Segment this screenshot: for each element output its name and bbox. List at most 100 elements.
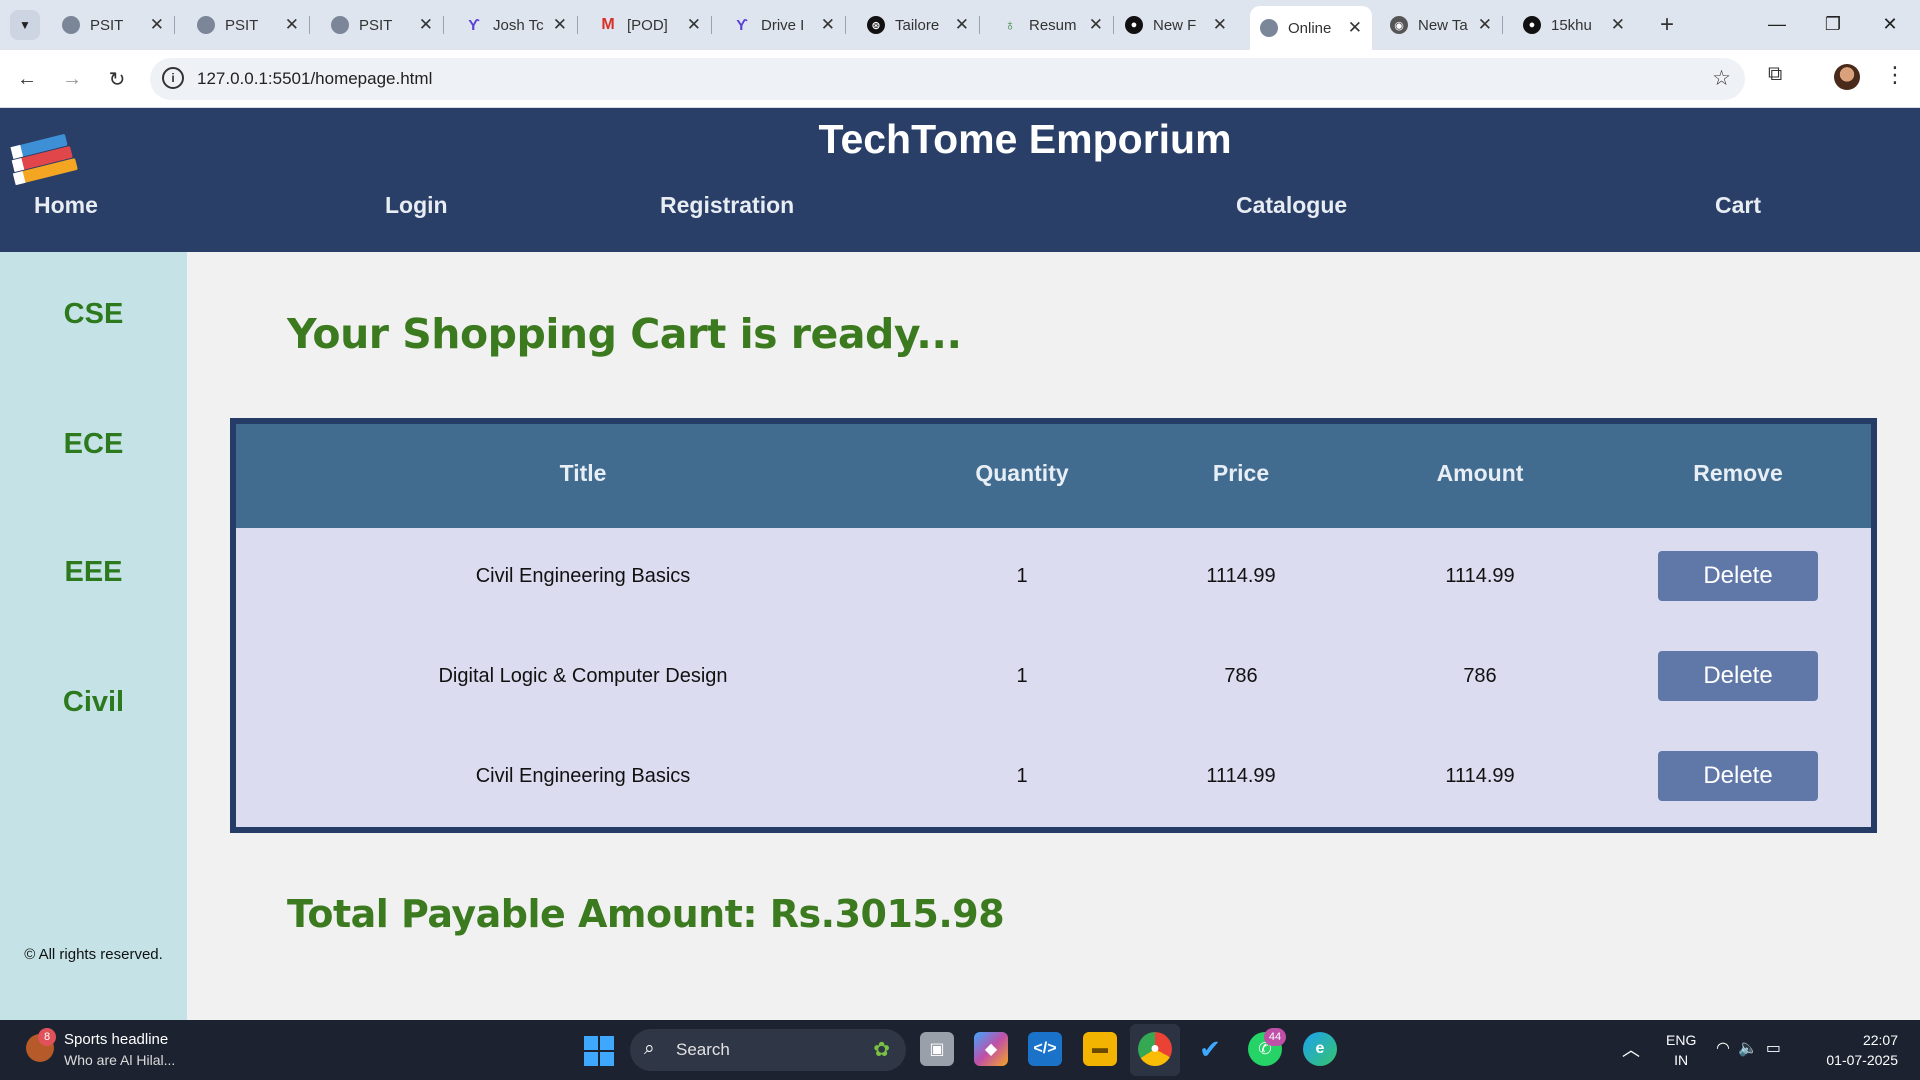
notification-badge: 8 bbox=[38, 1028, 56, 1046]
puzzle-icon[interactable]: ⧉ bbox=[1768, 63, 1782, 86]
globe-icon bbox=[197, 16, 215, 34]
cell-quantity: 1 bbox=[1016, 765, 1028, 787]
chrome-icon[interactable]: ● bbox=[1138, 1032, 1172, 1066]
wifi-icon: ◠ bbox=[1716, 1040, 1738, 1057]
minimize-icon: — bbox=[1768, 13, 1786, 34]
cell-price: 1114.99 bbox=[1206, 565, 1276, 587]
globe-icon bbox=[1260, 19, 1278, 37]
github-icon: ● bbox=[1523, 16, 1541, 34]
browser-tab[interactable]: ϒ Drive I ✕ bbox=[723, 6, 846, 44]
browser-tab[interactable]: PSIT ✕ bbox=[321, 6, 444, 44]
taskbar-search[interactable]: ⌕ Search ✿ bbox=[630, 1029, 906, 1071]
sidebar-item-cse[interactable]: CSE bbox=[0, 298, 187, 331]
close-icon[interactable]: ✕ bbox=[821, 15, 835, 35]
todo-check-icon[interactable]: ✔ bbox=[1193, 1032, 1227, 1066]
new-tab-button[interactable]: + bbox=[1652, 10, 1682, 40]
column-header-title: Title bbox=[559, 460, 607, 486]
close-icon[interactable]: ✕ bbox=[955, 15, 969, 35]
language-indicator[interactable]: ENG IN bbox=[1666, 1030, 1696, 1070]
task-view-icon[interactable]: ▣ bbox=[920, 1032, 954, 1066]
cell-price: 1114.99 bbox=[1206, 765, 1276, 787]
browser-tab[interactable]: ♁ Resum ✕ bbox=[991, 6, 1114, 44]
volume-icon: 🔈 bbox=[1737, 1040, 1766, 1057]
close-icon[interactable]: ✕ bbox=[1348, 18, 1362, 38]
browser-tab[interactable]: PSIT ✕ bbox=[187, 6, 310, 44]
windows-start-icon[interactable] bbox=[584, 1036, 614, 1066]
delete-button[interactable]: Delete bbox=[1658, 751, 1818, 801]
news-title: Sports headline bbox=[64, 1031, 169, 1048]
column-header-price: Price bbox=[1212, 460, 1270, 486]
restore-button[interactable]: ❐ bbox=[1813, 8, 1853, 40]
close-icon: ✕ bbox=[1882, 13, 1898, 34]
wing-icon: ϒ bbox=[736, 16, 748, 34]
browser-tab[interactable]: ● New F ✕ bbox=[1115, 6, 1237, 44]
tab-label: Tailore bbox=[895, 16, 940, 34]
chrome-icon: ◉ bbox=[1390, 16, 1408, 34]
tab-label: Resum bbox=[1029, 16, 1077, 34]
browser-tab[interactable]: M [POD] ✕ bbox=[589, 6, 712, 44]
arrow-right-icon: → bbox=[62, 67, 82, 90]
close-icon[interactable]: ✕ bbox=[1089, 15, 1103, 35]
close-icon[interactable]: ✕ bbox=[285, 15, 299, 35]
reload-button[interactable]: ↻ bbox=[102, 64, 132, 94]
url-text[interactable]: 127.0.0.1:5501/homepage.html bbox=[197, 69, 432, 89]
close-icon[interactable]: ✕ bbox=[1611, 15, 1625, 35]
browser-tab[interactable]: ◉ New Ta ✕ bbox=[1380, 6, 1503, 44]
nav-home[interactable]: Home bbox=[34, 192, 98, 219]
chevron-up-icon[interactable]: ︿ bbox=[1622, 1036, 1640, 1062]
tab-label: [POD] bbox=[627, 16, 668, 34]
arrow-left-icon: ← bbox=[17, 67, 37, 90]
star-icon[interactable]: ☆ bbox=[1712, 66, 1731, 91]
column-header-amount: Amount bbox=[1436, 460, 1524, 486]
sidebar-item-civil[interactable]: Civil bbox=[0, 686, 187, 719]
close-icon[interactable]: ✕ bbox=[150, 15, 164, 35]
copilot-icon[interactable]: ◆ bbox=[974, 1032, 1008, 1066]
edge-icon[interactable]: e bbox=[1303, 1032, 1337, 1066]
tab-search-button[interactable]: ▼ bbox=[10, 10, 40, 40]
column-header-remove: Remove bbox=[1693, 460, 1783, 486]
browser-tab-active[interactable]: Online ✕ bbox=[1250, 6, 1372, 50]
info-icon[interactable]: i bbox=[162, 67, 184, 89]
battery-icon: ▭ bbox=[1765, 1040, 1790, 1057]
clock[interactable]: 22:07 01-07-2025 bbox=[1826, 1030, 1898, 1070]
delete-button[interactable]: Delete bbox=[1658, 651, 1818, 701]
plus-icon: + bbox=[1659, 11, 1674, 38]
close-icon[interactable]: ✕ bbox=[419, 15, 433, 35]
cell-amount: 1114.99 bbox=[1445, 765, 1515, 787]
search-icon: ⌕ bbox=[644, 1038, 655, 1059]
nav-cart[interactable]: Cart bbox=[1715, 192, 1761, 219]
close-icon[interactable]: ✕ bbox=[553, 15, 567, 35]
kebab-menu-icon[interactable]: ⋮ bbox=[1884, 62, 1906, 88]
nav-login[interactable]: Login bbox=[385, 192, 448, 219]
browser-tab[interactable]: ⊛ Tailore ✕ bbox=[857, 6, 980, 44]
sidebar-item-eee[interactable]: EEE bbox=[0, 556, 187, 589]
close-icon[interactable]: ✕ bbox=[1478, 15, 1492, 35]
close-icon[interactable]: ✕ bbox=[1213, 15, 1227, 35]
gmail-icon: M bbox=[601, 16, 615, 33]
minimize-button[interactable]: — bbox=[1757, 8, 1797, 40]
nav-catalogue[interactable]: Catalogue bbox=[1236, 192, 1347, 219]
tab-label: Drive I bbox=[761, 16, 805, 34]
news-subtitle: Who are Al Hilal... bbox=[64, 1052, 176, 1068]
delete-button[interactable]: Delete bbox=[1658, 551, 1818, 601]
clock-time: 22:07 bbox=[1862, 1032, 1898, 1048]
back-button[interactable]: ← bbox=[12, 64, 42, 94]
browser-tab[interactable]: PSIT ✕ bbox=[52, 6, 175, 44]
vscode-icon[interactable]: </> bbox=[1028, 1032, 1062, 1066]
site-title: TechTome Emporium bbox=[818, 116, 1232, 162]
close-icon[interactable]: ✕ bbox=[687, 15, 701, 35]
browser-tab[interactable]: ϒ Josh Tc ✕ bbox=[455, 6, 578, 44]
search-label: Search bbox=[676, 1040, 730, 1059]
file-explorer-icon[interactable]: ▬ bbox=[1083, 1032, 1117, 1066]
tab-label: New F bbox=[1153, 16, 1197, 34]
sidebar-item-ece[interactable]: ECE bbox=[0, 428, 187, 461]
close-window-button[interactable]: ✕ bbox=[1870, 8, 1910, 40]
cell-amount: 1114.99 bbox=[1445, 565, 1515, 587]
avatar[interactable] bbox=[1834, 64, 1860, 90]
nav-registration[interactable]: Registration bbox=[660, 192, 794, 219]
chevron-down-icon: ▼ bbox=[19, 18, 31, 32]
browser-tab[interactable]: ● 15khu ✕ bbox=[1513, 6, 1635, 44]
url-input[interactable]: i 127.0.0.1:5501/homepage.html ☆ bbox=[150, 58, 1745, 100]
tray-status-icons[interactable]: ◠🔈▭ bbox=[1716, 1038, 1789, 1058]
forward-button[interactable]: → bbox=[57, 64, 87, 94]
